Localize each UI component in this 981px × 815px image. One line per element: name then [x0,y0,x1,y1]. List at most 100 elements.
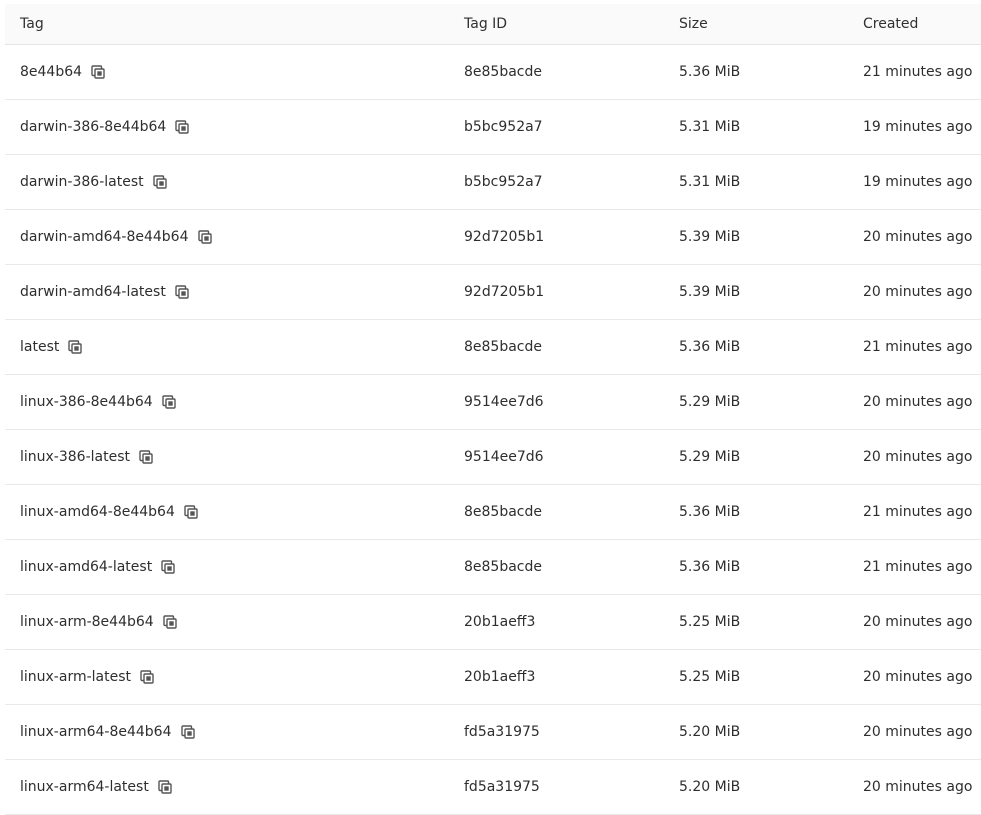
tag-cell: linux-arm64-latest [20,760,173,814]
table-row: linux-386-8e44b64 9514ee7d6 5.29 MiB 20 min… [5,375,981,430]
size-cell: 5.31 MiB [679,174,741,190]
size-cell: 5.36 MiB [679,64,741,80]
created-cell: 20 minutes ago [863,669,973,685]
copy-icon[interactable] [139,669,155,685]
copy-icon[interactable] [180,724,196,740]
table-body: 8e44b64 8e85bacde 5.36 MiB 21 minutes ago da… [5,45,981,815]
table-row: darwin-amd64-latest 92d7205b1 5.39 MiB 20 m… [5,265,981,320]
table-row: darwin-386-latest b5bc952a7 5.31 MiB 19 min… [5,155,981,210]
tag-id-cell: b5bc952a7 [464,174,543,190]
tag-name: darwin-amd64-latest [20,284,166,300]
tag-cell: darwin-amd64-latest [20,265,190,319]
table-row: linux-arm64-latest fd5a31975 5.20 MiB 20 mi… [5,760,981,815]
created-cell: 19 minutes ago [863,174,973,190]
size-cell: 5.36 MiB [679,504,741,520]
tag-id-cell: 8e85bacde [464,504,542,520]
tag-id-cell: 8e85bacde [464,559,542,575]
tag-name: darwin-amd64-8e44b64 [20,229,189,245]
table-row: linux-amd64-latest 8e85bacde 5.36 MiB 21 mi… [5,540,981,595]
tag-name: linux-386-latest [20,449,130,465]
copy-icon[interactable] [183,504,199,520]
created-cell: 20 minutes ago [863,284,973,300]
copy-icon[interactable] [138,449,154,465]
table-header: Tag Tag ID Size Created [5,4,981,45]
header-size[interactable]: Size [679,4,708,44]
created-cell: 20 minutes ago [863,449,973,465]
tag-cell: linux-arm-latest [20,650,155,704]
size-cell: 5.25 MiB [679,614,741,630]
size-cell: 5.29 MiB [679,394,741,410]
size-cell: 5.20 MiB [679,724,741,740]
size-cell: 5.31 MiB [679,119,741,135]
tag-cell: linux-amd64-8e44b64 [20,485,199,539]
tag-id-cell: fd5a31975 [464,779,540,795]
tag-cell: darwin-amd64-8e44b64 [20,210,213,264]
copy-icon[interactable] [90,64,106,80]
tag-name: linux-amd64-latest [20,559,153,575]
tag-id-cell: 20b1aeff3 [464,614,536,630]
table-row: linux-arm-8e44b64 20b1aeff3 5.25 MiB 20 min… [5,595,981,650]
table-row: darwin-386-8e44b64 b5bc952a7 5.31 MiB 19 mi… [5,100,981,155]
tag-cell: 8e44b64 [20,45,106,99]
created-cell: 20 minutes ago [863,724,973,740]
table-row: linux-amd64-8e44b64 8e85bacde 5.36 MiB 21 m… [5,485,981,540]
size-cell: 5.39 MiB [679,284,741,300]
tag-id-cell: 20b1aeff3 [464,669,536,685]
tag-id-cell: 9514ee7d6 [464,449,544,465]
header-tag[interactable]: Tag [20,4,44,44]
size-cell: 5.39 MiB [679,229,741,245]
tag-cell: linux-arm64-8e44b64 [20,705,196,759]
header-tag-id[interactable]: Tag ID [464,4,507,44]
copy-icon[interactable] [174,119,190,135]
tag-cell: linux-arm-8e44b64 [20,595,178,649]
size-cell: 5.25 MiB [679,669,741,685]
copy-icon[interactable] [152,174,168,190]
table-row: linux-arm-latest 20b1aeff3 5.25 MiB 20 minu… [5,650,981,705]
table-row: darwin-amd64-8e44b64 92d7205b1 5.39 MiB 20 … [5,210,981,265]
copy-icon[interactable] [160,559,176,575]
size-cell: 5.36 MiB [679,559,741,575]
tag-name: darwin-386-8e44b64 [20,119,167,135]
tags-table: Tag Tag ID Size Created 8e44b64 8e85bacde… [5,4,981,815]
tag-cell: latest [20,320,83,374]
tag-id-cell: fd5a31975 [464,724,540,740]
tag-id-cell: 8e85bacde [464,64,542,80]
created-cell: 20 minutes ago [863,779,973,795]
tag-name: linux-arm-latest [20,669,131,685]
copy-icon[interactable] [197,229,213,245]
table-row: linux-arm64-8e44b64 fd5a31975 5.20 MiB 20 m… [5,705,981,760]
tag-id-cell: 9514ee7d6 [464,394,544,410]
copy-icon[interactable] [174,284,190,300]
table-row: 8e44b64 8e85bacde 5.36 MiB 21 minutes ago [5,45,981,100]
tag-id-cell: b5bc952a7 [464,119,543,135]
tag-id-cell: 92d7205b1 [464,229,545,245]
created-cell: 21 minutes ago [863,559,973,575]
tag-name: linux-amd64-8e44b64 [20,504,175,520]
created-cell: 21 minutes ago [863,504,973,520]
size-cell: 5.36 MiB [679,339,741,355]
tag-name: darwin-386-latest [20,174,144,190]
copy-icon[interactable] [162,614,178,630]
tag-name: linux-arm64-8e44b64 [20,724,172,740]
tag-cell: linux-386-8e44b64 [20,375,177,429]
tag-id-cell: 92d7205b1 [464,284,545,300]
tag-id-cell: 8e85bacde [464,339,542,355]
tag-name: linux-arm64-latest [20,779,149,795]
size-cell: 5.29 MiB [679,449,741,465]
tag-name: linux-arm-8e44b64 [20,614,154,630]
created-cell: 19 minutes ago [863,119,973,135]
tag-cell: linux-386-latest [20,430,154,484]
copy-icon[interactable] [161,394,177,410]
created-cell: 21 minutes ago [863,339,973,355]
tag-name: latest [20,339,60,355]
tag-name: 8e44b64 [20,64,83,80]
copy-icon[interactable] [157,779,173,795]
created-cell: 20 minutes ago [863,394,973,410]
copy-icon[interactable] [67,339,83,355]
created-cell: 20 minutes ago [863,229,973,245]
created-cell: 20 minutes ago [863,614,973,630]
table-row: latest 8e85bacde 5.36 MiB 21 minutes ago [5,320,981,375]
created-cell: 21 minutes ago [863,64,973,80]
tag-cell: linux-amd64-latest [20,540,176,594]
header-created[interactable]: Created [863,4,918,44]
